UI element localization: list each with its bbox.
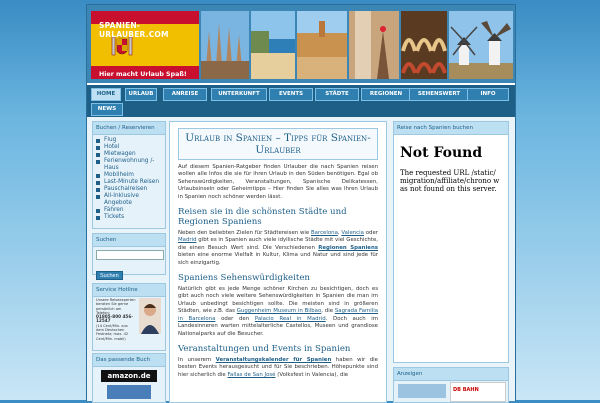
search-input[interactable] xyxy=(96,250,164,260)
category-item[interactable]: Fähren xyxy=(96,207,162,214)
section-heading-events: Veranstaltungen und Events in Spanien xyxy=(178,343,351,354)
nav-events[interactable]: EVENTS xyxy=(269,88,313,101)
sights-paragraph: Natürlich gibt es jede Menge schöner Kir… xyxy=(178,286,379,337)
category-item[interactable]: Ferienwohnung /-Haus xyxy=(96,158,162,172)
section-heading-cities: Reisen sie in die schönsten Städte und R… xyxy=(178,207,347,228)
section-heading-sights: Spaniens Sehenswürdigkeiten xyxy=(178,273,310,284)
hotline-phone[interactable]: 01805-800 456-12547 xyxy=(96,314,133,323)
travel-booking-box: Reise nach Spanien buchen Not Found The … xyxy=(393,121,509,363)
hotline-text: Unsere Reiseexperten beraten Sie gerne p… xyxy=(96,298,136,341)
nav-regionen[interactable]: REGIONEN xyxy=(361,88,411,101)
cities-paragraph: Neben den beliebten Zielen für Städterei… xyxy=(178,230,378,266)
search-box-title: Suchen xyxy=(93,234,165,247)
link-veranstaltungskalender[interactable]: Veranstaltungskalender für Spanien xyxy=(216,357,332,363)
nav-staedte[interactable]: STÄDTE xyxy=(315,88,359,101)
search-button[interactable]: Suchen xyxy=(96,271,123,280)
castell-tower-photo xyxy=(349,11,399,79)
nav-anreise[interactable]: ANREISE xyxy=(163,88,207,101)
book-box: Das passende Buch amazon.de xyxy=(92,353,166,403)
book-cover[interactable] xyxy=(107,385,151,399)
category-item[interactable]: Pauschalreisen xyxy=(96,186,162,193)
category-item[interactable]: Tickets xyxy=(96,214,162,221)
content-area: Buchen / Reservieren Flug Hotel Mietwage… xyxy=(87,117,515,403)
nav-sehenswert[interactable]: SEHENSWERT xyxy=(409,88,469,101)
link-guggenheim[interactable]: Guggenheim Museum in Bilbao xyxy=(237,308,322,314)
ads-box: Anzeigen DB BAHN xyxy=(393,367,509,403)
not-found-message: The requested URL /static/migration/affi… xyxy=(400,169,500,193)
db-bahn-ad[interactable]: DB BAHN xyxy=(450,382,506,402)
hotline-box: Service Hotline Unsere Reiseexperten ber… xyxy=(92,283,166,351)
category-item[interactable]: Mietwagen xyxy=(96,151,162,158)
page-title: Urlaub in Spanien – Tipps für Spanien-Ur… xyxy=(178,128,378,160)
nav-info[interactable]: INFO xyxy=(467,88,509,101)
nav-news[interactable]: NEWS xyxy=(91,103,123,116)
events-paragraph: In unserem Veranstaltungskalender für Sp… xyxy=(178,356,378,378)
search-box: Suchen Suchen xyxy=(92,233,166,280)
category-item[interactable]: Hotel xyxy=(96,144,162,151)
nav-unterkunft[interactable]: UNTERKUNFT xyxy=(211,88,267,101)
beach-photo xyxy=(251,11,295,79)
travel-booking-title: Reise nach Spanien buchen xyxy=(394,122,508,135)
nav-urlaub[interactable]: URLAUB xyxy=(125,88,157,101)
not-found-heading: Not Found xyxy=(400,145,483,161)
hotline-box-title: Service Hotline xyxy=(93,284,165,297)
booking-category-list: Flug Hotel Mietwagen Ferienwohnung /-Hau… xyxy=(93,135,165,223)
link-fallas[interactable]: Fallas de San José xyxy=(227,372,275,378)
sagrada-familia-photo xyxy=(201,11,249,79)
link-barcelona[interactable]: Barcelona xyxy=(311,230,338,236)
ads-title: Anzeigen xyxy=(394,368,508,381)
book-box-title: Das passende Buch xyxy=(93,354,165,367)
category-item[interactable]: All-Inklusive Angebote xyxy=(96,193,162,207)
main-navigation: HOME URLAUB ANREISE UNTERKUNFT EVENTS ST… xyxy=(87,85,515,117)
db-bahn-logo: DB BAHN xyxy=(453,387,479,393)
booking-box: Buchen / Reservieren Flug Hotel Mietwage… xyxy=(92,121,166,229)
nav-home[interactable]: HOME xyxy=(91,88,121,101)
site-title[interactable]: SPANIEN-URLAUBER.COM xyxy=(99,21,199,39)
tagline: Hier macht Urlaub Spaß! xyxy=(99,71,187,78)
main-content: Urlaub in Spanien – Tipps für Spanien-Ur… xyxy=(169,121,387,403)
booking-box-title: Buchen / Reservieren xyxy=(93,122,165,135)
mosque-arches-photo xyxy=(401,11,447,79)
page-container: SPANIEN-URLAUBER.COM Hier macht Urlaub S… xyxy=(86,4,516,403)
ad-image[interactable] xyxy=(398,384,446,398)
right-sidebar: Reise nach Spanien buchen Not Found The … xyxy=(393,121,509,403)
spain-flag-banner: SPANIEN-URLAUBER.COM Hier macht Urlaub S… xyxy=(91,11,199,79)
category-item[interactable]: Mobilheim xyxy=(96,172,162,179)
category-item[interactable]: Last-Minute Reisen xyxy=(96,179,162,186)
link-palacio-real[interactable]: Palacio Real in Madrid xyxy=(255,316,326,322)
plaza-photo xyxy=(297,11,347,79)
category-item[interactable]: Flug xyxy=(96,137,162,144)
link-regionen[interactable]: Regionen Spaniens xyxy=(318,245,378,251)
windmills-photo xyxy=(449,11,513,79)
header: SPANIEN-URLAUBER.COM Hier macht Urlaub S… xyxy=(87,5,515,83)
amazon-logo[interactable]: amazon.de xyxy=(101,370,157,382)
link-valencia[interactable]: Valencia xyxy=(341,230,364,236)
service-agent-photo xyxy=(139,298,161,334)
intro-paragraph: Auf diesem Spanien-Ratgeber finden Urlau… xyxy=(178,164,378,200)
link-madrid[interactable]: Madrid xyxy=(178,237,197,243)
